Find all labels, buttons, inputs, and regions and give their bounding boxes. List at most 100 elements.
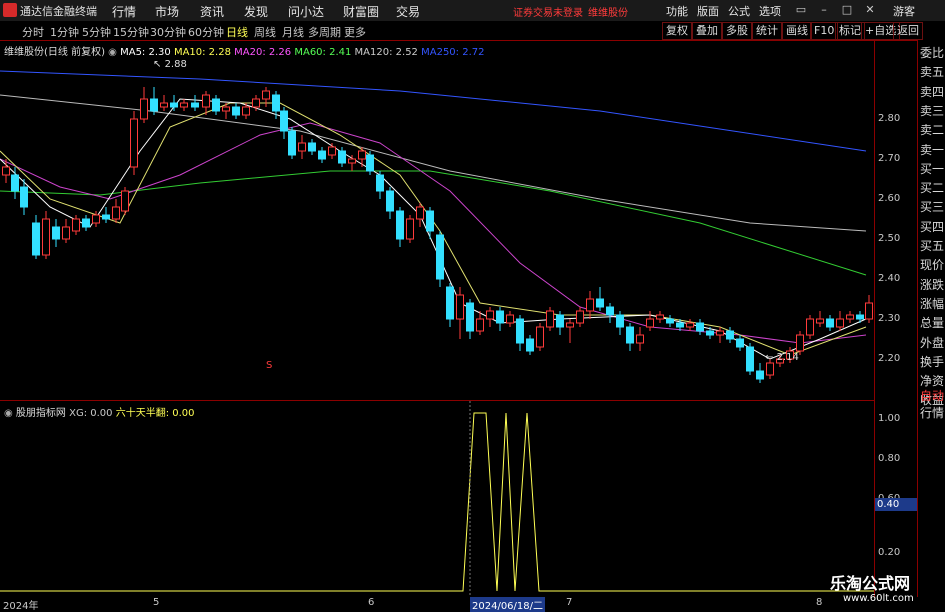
- menu-item-ask[interactable]: 问小达: [288, 3, 324, 20]
- period-5min[interactable]: 5分钟: [82, 24, 111, 40]
- candle-body: [726, 330, 734, 340]
- selected-date: 2024/06/18/二: [470, 597, 546, 612]
- window-icon[interactable]: ▭: [793, 2, 809, 18]
- candle-body: [338, 150, 346, 164]
- menu-item-hq[interactable]: 行情: [112, 3, 136, 20]
- candle-body: [272, 94, 280, 112]
- period-30min[interactable]: 30分钟: [150, 24, 186, 40]
- y-tick: 1.00: [878, 413, 901, 424]
- y-tick: 2.50: [878, 233, 901, 244]
- menu-options[interactable]: 选项: [759, 3, 781, 19]
- menu-item-discover[interactable]: 发现: [244, 3, 268, 20]
- x-tick: 5: [153, 597, 160, 608]
- candle-body: [2, 166, 10, 176]
- stats-button[interactable]: 统计: [752, 22, 782, 40]
- candle-body: [298, 142, 306, 152]
- candle-body: [222, 106, 230, 112]
- candle-body: [328, 146, 336, 156]
- candle-body: [865, 302, 873, 320]
- candle-body: [52, 226, 60, 240]
- quote-field-2: 卖四: [920, 84, 945, 99]
- candle-body: [526, 338, 534, 352]
- signal-mark: S: [266, 360, 273, 371]
- x-tick: 2024年: [3, 601, 39, 612]
- candle-body: [232, 106, 240, 116]
- candle-body: [82, 218, 90, 228]
- menu-item-trade[interactable]: 交易: [396, 3, 420, 20]
- candle-body: [696, 322, 704, 332]
- y-tick: 2.40: [878, 273, 901, 284]
- candle-body: [536, 326, 544, 348]
- candle-body: [288, 130, 296, 156]
- menu-formula[interactable]: 公式: [728, 3, 750, 19]
- x-tick: 6: [368, 597, 375, 608]
- candle-body: [42, 218, 50, 256]
- menu-layout[interactable]: 版面: [697, 3, 719, 19]
- candle-body: [252, 98, 260, 108]
- candle-body: [686, 322, 694, 328]
- low-annotation: ← 2.14: [765, 352, 799, 363]
- candle-body: [262, 90, 270, 100]
- x-tick: 8: [816, 597, 823, 608]
- quote-field-5: 卖一: [920, 142, 945, 157]
- candle-body: [406, 218, 414, 240]
- candle-body: [102, 214, 110, 220]
- candle-body: [396, 210, 404, 240]
- candle-body: [466, 302, 474, 332]
- menu-item-market[interactable]: 市场: [155, 3, 179, 20]
- menu-item-news[interactable]: 资讯: [200, 3, 224, 20]
- quote-field-13: 涨幅: [920, 296, 945, 311]
- close-icon[interactable]: ✕: [862, 2, 878, 18]
- period-more[interactable]: 更多: [344, 24, 366, 40]
- stock-name: 维维股份: [588, 8, 628, 19]
- login-warning[interactable]: 证券交易未登录: [513, 4, 583, 19]
- indicator-chart[interactable]: [0, 401, 874, 597]
- ma20-line: [0, 122, 867, 344]
- maximize-icon[interactable]: □: [839, 2, 855, 18]
- candle-body: [586, 298, 594, 312]
- menu-item-wealth[interactable]: 财富圈: [343, 3, 379, 20]
- candle-body: [736, 338, 744, 348]
- candle-body: [516, 318, 524, 344]
- candle-body: [121, 190, 129, 212]
- minimize-icon[interactable]: –: [816, 2, 832, 18]
- candle-body: [376, 174, 384, 192]
- quote-field-8: 买三: [920, 200, 945, 215]
- candle-body: [92, 214, 100, 224]
- multi-stock-button[interactable]: 多股: [722, 22, 752, 40]
- candle-body: [576, 310, 584, 324]
- period-intraday[interactable]: 分时: [22, 24, 44, 40]
- quote-field-15: 外盘: [920, 335, 945, 350]
- y-tick: 2.30: [878, 313, 901, 324]
- period-weekly[interactable]: 周线: [254, 24, 276, 40]
- candle-body: [636, 334, 644, 344]
- period-monthly[interactable]: 月线: [282, 24, 304, 40]
- candle-body: [826, 318, 834, 328]
- y-tick: 2.80: [878, 113, 901, 124]
- candle-body: [242, 106, 250, 116]
- period-60min[interactable]: 60分钟: [188, 24, 224, 40]
- back-button[interactable]: 返回: [893, 22, 923, 40]
- candle-body: [280, 110, 288, 132]
- menu-guest[interactable]: 游客: [893, 3, 915, 19]
- menu-function[interactable]: 功能: [666, 3, 688, 19]
- kline-chart[interactable]: [0, 40, 874, 400]
- draw-button[interactable]: 画线: [782, 22, 812, 40]
- overlay-button[interactable]: 叠加: [692, 22, 722, 40]
- period-daily[interactable]: 日线: [226, 24, 248, 40]
- candle-body: [112, 206, 120, 220]
- candle-body: [20, 186, 28, 208]
- period-multi[interactable]: 多周期: [308, 24, 341, 40]
- quote-field-6: 买一: [920, 161, 945, 176]
- candle-body: [62, 226, 70, 240]
- ma250-line: [0, 70, 867, 152]
- period-15min[interactable]: 15分钟: [113, 24, 149, 40]
- candle-body: [348, 158, 356, 164]
- quote-tab[interactable]: 行情: [920, 404, 944, 423]
- candle-body: [150, 98, 158, 112]
- candle-body: [836, 318, 844, 328]
- y-tick: 0.80: [878, 453, 901, 464]
- adjust-button[interactable]: 复权: [662, 22, 692, 40]
- period-1min[interactable]: 1分钟: [50, 24, 79, 40]
- candle-body: [308, 142, 316, 152]
